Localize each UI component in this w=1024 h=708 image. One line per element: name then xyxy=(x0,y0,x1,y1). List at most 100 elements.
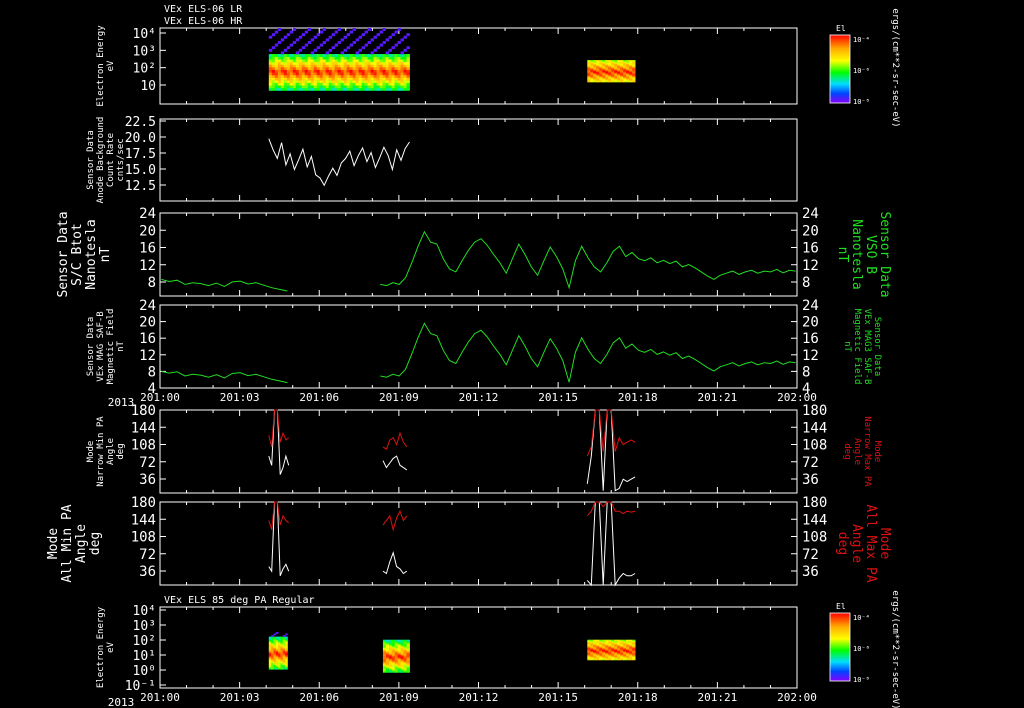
els06-heat-cell xyxy=(304,61,309,65)
els06-heat-cell xyxy=(289,56,294,60)
els85-heat-cell xyxy=(385,639,390,642)
els06-heat-cell xyxy=(271,69,276,73)
narrow_pa-series-min xyxy=(382,455,408,471)
els06-heat-cell xyxy=(313,82,318,86)
els06-heat-cell xyxy=(328,64,333,68)
els06-heat-cell xyxy=(349,80,354,83)
els85-heat-cell xyxy=(275,631,279,634)
els06-heat-cell xyxy=(277,67,282,70)
els06-axis-label-line: Electron Energy xyxy=(96,25,106,107)
els06-heat-cell xyxy=(325,51,330,55)
els06-heat-cell xyxy=(349,87,354,91)
els06-heat-cell xyxy=(301,33,306,37)
els06-heat-cell xyxy=(346,56,351,60)
all_pa-series-min xyxy=(586,501,636,587)
els06-heat-cell xyxy=(349,72,354,76)
els06-heat-cell xyxy=(406,87,410,91)
els85-heat-cell xyxy=(593,639,597,641)
els06-heat-cell xyxy=(289,43,294,47)
els06-heat-cell xyxy=(406,46,410,50)
els06-heat-cell xyxy=(394,80,398,83)
els06-heat-cell xyxy=(292,28,297,31)
els06-heat-cell xyxy=(289,64,294,68)
els06-heat-cell xyxy=(385,67,389,70)
els06-heat-cell xyxy=(376,80,380,83)
all_pa-axis-label-line: All Max PA xyxy=(863,504,878,582)
els06-heat-cell xyxy=(307,69,312,73)
els06-heat-cell xyxy=(340,59,345,63)
els06-heat-cell xyxy=(295,51,300,55)
els06-heat-cell xyxy=(286,54,291,57)
els06-heat-cell xyxy=(397,72,401,76)
els06-heat-cell xyxy=(325,72,330,76)
els85-y-tick-label: 10¹ xyxy=(133,649,156,664)
els06-heat-cell xyxy=(403,35,407,39)
all_pa-y-tick-label: 180 xyxy=(131,495,156,511)
els06-heat-cell xyxy=(614,60,618,62)
els06-heat-cell xyxy=(376,46,380,50)
els06-heat-cell xyxy=(364,43,368,47)
els06-heat-cell xyxy=(289,67,294,70)
els06-heat-cell xyxy=(301,56,306,60)
els06-heat-cell xyxy=(343,82,348,86)
mag3_saf-y-tick-label: 16 xyxy=(139,331,156,347)
els06-heat-cell xyxy=(379,74,383,78)
els06-heat-cell xyxy=(271,72,276,76)
els06-heat-cell xyxy=(349,69,354,73)
els06-heat-cell xyxy=(319,77,324,81)
els06-heat-cell xyxy=(379,80,383,83)
els85-axis-label-line: eV xyxy=(106,642,116,653)
els85-axis-label-line: Electron Energy xyxy=(96,606,106,688)
els06-heat-cell xyxy=(388,69,392,73)
els06-heat-cell xyxy=(596,60,600,62)
els06-heat-cell xyxy=(328,54,333,57)
mag3_saf-axis-label-line: VEx MAG SAF-B xyxy=(96,311,106,381)
els06-heat-cell xyxy=(316,82,321,86)
els06-heat-cell xyxy=(358,80,363,83)
els06-heat-cell xyxy=(310,59,315,63)
els06-heat-cell xyxy=(349,43,354,47)
multi-panel-plot: 10⁴10³10²10Electron Energy eVVEx ELS-06 L… xyxy=(46,4,900,708)
narrow_pa-y-tick-label: 180 xyxy=(131,403,156,419)
els06-heat-cell xyxy=(331,74,336,78)
els06-heat-cell xyxy=(271,56,276,60)
els06-heat-cell xyxy=(268,67,273,70)
els06-heat-cell xyxy=(406,56,410,60)
els06-heat-cell xyxy=(295,61,300,65)
els06-heat-cell xyxy=(346,67,351,70)
time-tick-label: 201:21 xyxy=(698,691,738,704)
els85-heat-cell xyxy=(602,639,606,641)
els06-heat-cell xyxy=(313,67,318,70)
els06-heat-cell xyxy=(376,72,380,76)
els06-heat-cell xyxy=(268,85,273,89)
els06-heat-cell xyxy=(337,72,342,76)
els06-heat-cell xyxy=(307,82,312,86)
els06-heat-cell xyxy=(406,74,410,78)
els06-heat-cell xyxy=(367,72,371,76)
els06-heat-cell xyxy=(271,82,276,86)
els06-heat-cell xyxy=(352,64,357,68)
els06-heat-cell xyxy=(301,69,306,73)
els06-heat-cell xyxy=(358,56,363,60)
els06-heat-cell xyxy=(400,72,404,76)
els06-frame xyxy=(159,27,798,105)
els06-heat-cell xyxy=(325,69,330,73)
els06-heat-cell xyxy=(382,41,386,44)
els06-heat-cell xyxy=(379,54,383,57)
els06-heat-cell xyxy=(391,61,395,65)
els06-heat-cell xyxy=(358,61,363,65)
els06-heat-cell xyxy=(403,87,407,91)
els06-heat-cell xyxy=(388,61,392,65)
els06-heat-cell xyxy=(274,77,279,81)
els06-heat-cell xyxy=(274,72,279,76)
els06-heat-cell xyxy=(343,59,348,63)
els06-heat-cell xyxy=(316,56,321,60)
els06-heat-cell xyxy=(316,33,321,37)
els06-heat-cell xyxy=(304,85,309,89)
els06-heat-cell xyxy=(352,69,357,73)
els06-heat-cell xyxy=(397,87,401,91)
els06-heat-cell xyxy=(611,60,615,62)
els06-heat-cell xyxy=(298,69,303,73)
els06-heat-cell xyxy=(367,85,371,89)
els06-heat-cell xyxy=(277,61,282,65)
